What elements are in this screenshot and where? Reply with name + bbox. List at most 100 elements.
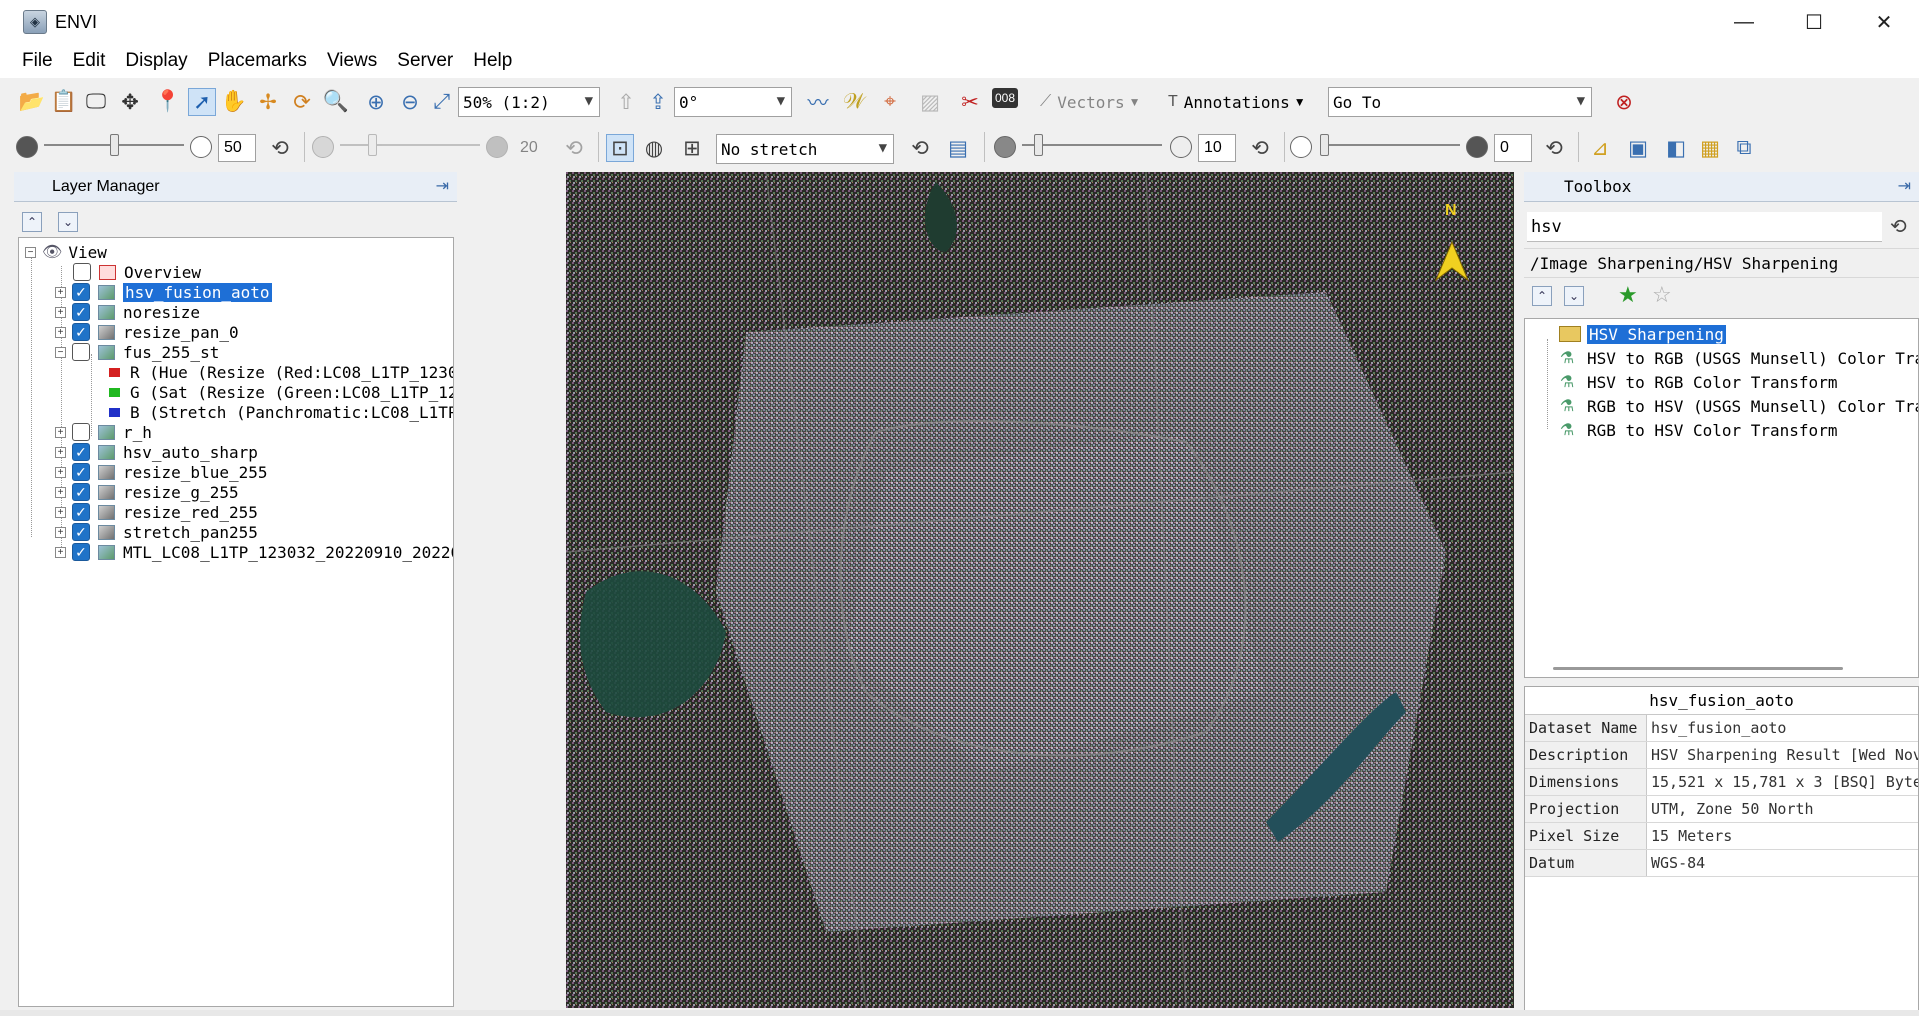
pan-view-icon[interactable]: ✥ bbox=[116, 88, 144, 116]
histogram-icon[interactable]: ▤ bbox=[944, 134, 972, 162]
expand-toggle-icon[interactable]: + bbox=[55, 326, 66, 338]
contrast-slider[interactable] bbox=[340, 130, 480, 160]
dock-panel-icon[interactable]: ⇥ bbox=[1898, 176, 1911, 196]
expand-toggle-icon[interactable]: + bbox=[55, 466, 66, 478]
sharpen-slider[interactable] bbox=[1022, 130, 1162, 160]
zoom-combo[interactable]: 50% (1:2) ▼ bbox=[458, 87, 600, 117]
remove-favorite-icon[interactable]: ☆ bbox=[1652, 282, 1672, 308]
zoom-in-icon[interactable]: ⊕ bbox=[362, 88, 390, 116]
layer-item-resize-pan-0[interactable]: + ✓ resize_pan_0 bbox=[55, 321, 239, 343]
refresh-toolbox-icon[interactable]: ⟲ bbox=[1890, 214, 1907, 239]
stretch-full-icon[interactable]: ◍ bbox=[640, 134, 668, 162]
tool-item-rgb-to-hsv-usgs[interactable]: ⚗ RGB to HSV (USGS Munsell) Color Tran bbox=[1559, 395, 1918, 417]
zoom-full-icon[interactable]: ⤢ bbox=[428, 88, 456, 116]
menu-file[interactable]: File bbox=[12, 50, 63, 72]
tool-item-hsv-sharpening[interactable]: HSV Sharpening bbox=[1559, 323, 1726, 345]
reset-contrast-icon[interactable]: ⟲ bbox=[560, 134, 588, 162]
fixed-zoom-icon[interactable]: 🔍 bbox=[322, 88, 350, 116]
pixel-value-icon[interactable]: 008 bbox=[992, 88, 1018, 108]
expand-toggle-icon[interactable]: + bbox=[55, 446, 66, 458]
brightness-value[interactable]: 50 bbox=[218, 134, 256, 162]
collapse-all-icon[interactable]: ⌃ bbox=[22, 212, 42, 232]
brightness-slider[interactable] bbox=[44, 130, 184, 160]
layer-checkbox[interactable] bbox=[73, 263, 91, 281]
reset-transparency-icon[interactable]: ⟲ bbox=[1540, 134, 1568, 162]
transparency-slider[interactable] bbox=[1320, 130, 1460, 160]
layer-checkbox[interactable]: ✓ bbox=[72, 543, 90, 561]
close-button[interactable]: ✕ bbox=[1849, 0, 1919, 44]
tool-item-hsv-to-rgb-usgs[interactable]: ⚗ HSV to RGB (USGS Munsell) Color Tran bbox=[1559, 347, 1918, 369]
layer-item-noresize[interactable]: + ✓ noresize bbox=[55, 301, 200, 323]
dock-panel-icon[interactable]: ⇥ bbox=[436, 176, 449, 196]
layer-item-overview[interactable]: Overview bbox=[73, 261, 201, 283]
expand-toggle-icon[interactable]: + bbox=[55, 506, 66, 518]
rotate-icon[interactable]: ⟳ bbox=[288, 88, 316, 116]
expand-all-icon[interactable]: ⌄ bbox=[1564, 286, 1584, 306]
view-flicker-icon[interactable]: ◧ bbox=[1662, 134, 1690, 162]
layer-checkbox[interactable]: ✓ bbox=[72, 303, 90, 321]
band-item-green[interactable]: G (Sat (Resize (Green:LC08_L1TP_123032_2… bbox=[109, 381, 453, 403]
collapse-toggle-icon[interactable]: − bbox=[25, 246, 36, 258]
data-manager-icon[interactable]: 📋 bbox=[50, 88, 78, 116]
layer-checkbox[interactable]: ✓ bbox=[72, 483, 90, 501]
measure-icon[interactable]: ▨ bbox=[916, 88, 944, 116]
annotations-button[interactable]: T Annotations ▼ bbox=[1168, 88, 1306, 116]
profile-icon[interactable]: 〰 bbox=[804, 88, 832, 116]
collapse-all-icon[interactable]: ⌃ bbox=[1532, 286, 1552, 306]
clear-search-icon[interactable]: ⊗ bbox=[1610, 88, 1638, 116]
slider-thumb[interactable] bbox=[1320, 134, 1329, 156]
slider-thumb[interactable] bbox=[110, 134, 119, 156]
layer-checkbox[interactable]: ✓ bbox=[72, 503, 90, 521]
portal-icon[interactable]: ⊿ bbox=[1586, 134, 1614, 162]
rotate-up-icon[interactable]: ⇧ bbox=[612, 88, 640, 116]
slider-thumb[interactable] bbox=[1034, 134, 1043, 156]
pan-hand-icon[interactable]: ✋ bbox=[220, 88, 248, 116]
zoom-out-icon[interactable]: ⊖ bbox=[396, 88, 424, 116]
link-views-icon[interactable]: ⧉ bbox=[1730, 134, 1758, 162]
layer-checkbox[interactable]: ✓ bbox=[72, 323, 90, 341]
new-view-icon[interactable]: 🖵 bbox=[82, 88, 110, 116]
layer-item-resize-blue-255[interactable]: + ✓ resize_blue_255 bbox=[55, 461, 268, 483]
tree-root-view[interactable]: − 👁 View bbox=[25, 241, 107, 263]
minimize-button[interactable]: — bbox=[1709, 0, 1779, 44]
layer-item-mtl[interactable]: + ✓ MTL_LC08_L1TP_123032_20220910_202209… bbox=[55, 541, 453, 563]
layer-item-resize-g-255[interactable]: + ✓ resize_g_255 bbox=[55, 481, 239, 503]
band-item-red[interactable]: R (Hue (Resize (Red:LC08_L1TP_123032_202… bbox=[109, 361, 453, 383]
add-favorite-icon[interactable]: ★ bbox=[1618, 282, 1638, 308]
layer-checkbox[interactable] bbox=[72, 343, 90, 361]
layer-checkbox[interactable]: ✓ bbox=[72, 443, 90, 461]
select-arrow-icon[interactable]: ➚ bbox=[188, 88, 216, 116]
roi-icon[interactable]: ✂ bbox=[956, 88, 984, 116]
expand-toggle-icon[interactable]: + bbox=[55, 546, 66, 558]
fly-icon[interactable]: ✢ bbox=[254, 88, 282, 116]
layer-item-fus-255-st[interactable]: − fus_255_st bbox=[55, 341, 219, 363]
spectral-profile-icon[interactable]: 𝒲 bbox=[840, 88, 868, 116]
view-blend-icon[interactable]: ▣ bbox=[1624, 134, 1652, 162]
layer-item-r-h[interactable]: + r_h bbox=[55, 421, 152, 443]
layer-checkbox[interactable] bbox=[72, 423, 90, 441]
layer-checkbox[interactable]: ✓ bbox=[72, 463, 90, 481]
refresh-stretch-icon[interactable]: ⟲ bbox=[906, 134, 934, 162]
slider-thumb[interactable] bbox=[368, 134, 377, 156]
reset-sharpen-icon[interactable]: ⟲ bbox=[1246, 134, 1274, 162]
image-display-view[interactable]: N bbox=[566, 172, 1514, 1008]
menu-display[interactable]: Display bbox=[115, 50, 197, 72]
goto-combo[interactable]: Go To ▼ bbox=[1328, 87, 1592, 117]
layer-item-resize-red-255[interactable]: + ✓ resize_red_255 bbox=[55, 501, 258, 523]
tool-item-rgb-to-hsv[interactable]: ⚗ RGB to HSV Color Transform bbox=[1559, 419, 1838, 441]
stretch-settings-icon[interactable]: ⊞ bbox=[678, 134, 706, 162]
stretch-combo[interactable]: No stretch ▼ bbox=[716, 134, 894, 164]
menu-views[interactable]: Views bbox=[317, 50, 387, 72]
layer-item-hsv-auto-sharp[interactable]: + ✓ hsv_auto_sharp bbox=[55, 441, 258, 463]
menu-placemarks[interactable]: Placemarks bbox=[198, 50, 317, 72]
expand-toggle-icon[interactable]: + bbox=[55, 526, 66, 538]
layer-checkbox[interactable]: ✓ bbox=[72, 523, 90, 541]
horizontal-scrollbar[interactable] bbox=[1553, 667, 1843, 670]
placemark-icon[interactable]: 📍 bbox=[154, 88, 182, 116]
expand-toggle-icon[interactable]: + bbox=[55, 486, 66, 498]
reset-brightness-icon[interactable]: ⟲ bbox=[266, 134, 294, 162]
band-item-blue[interactable]: B (Stretch (Panchromatic:LC08_L1TP_12303… bbox=[109, 401, 453, 423]
tool-item-hsv-to-rgb[interactable]: ⚗ HSV to RGB Color Transform bbox=[1559, 371, 1838, 393]
layer-item-hsv-fusion-aoto[interactable]: + ✓ hsv_fusion_aoto bbox=[55, 281, 272, 303]
stretch-view-icon[interactable]: ⊡ bbox=[606, 134, 634, 162]
